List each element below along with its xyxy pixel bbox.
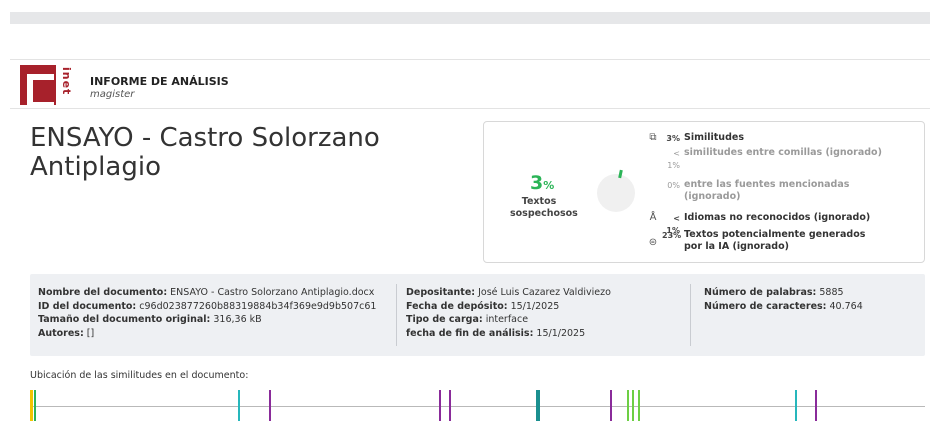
info-divider: [690, 284, 691, 346]
info-fecha: Fecha de depósito: 15/1/2025: [406, 300, 560, 312]
logo-text: inet: [60, 67, 73, 96]
metric-label: entre las fuentes mencionadas (ignorado): [684, 179, 850, 202]
compilatio-logo: inet: [20, 65, 84, 108]
similarity-location-track: [30, 388, 925, 421]
metric-label: Textos potencialmente generados por la I…: [684, 229, 866, 252]
metric-ia: ⊜ 23% Textos potencialmente generados po…: [644, 229, 884, 253]
info-autores: Autores: []: [38, 327, 95, 339]
document-info-panel: Nombre del documento: ENSAYO - Castro So…: [30, 274, 925, 356]
similarity-marker[interactable]: [238, 390, 240, 421]
similarity-marker[interactable]: [30, 390, 33, 421]
info-id: ID del documento: c96d023877260b88319884…: [38, 300, 377, 312]
metric-pct: 0%: [667, 181, 680, 190]
similarity-marker[interactable]: [536, 390, 540, 421]
metric-similitudes: ⧉ 3% Similitudes: [644, 132, 884, 145]
similarity-marker[interactable]: [449, 390, 451, 421]
suspicious-percentage: 3%: [530, 172, 554, 194]
similarity-location-label: Ubicación de las similitudes en el docum…: [30, 370, 249, 381]
info-tamano: Tamaño del documento original: 316,36 kB: [38, 314, 262, 325]
info-column-counts: Número de palabras: 5885 Número de carac…: [704, 286, 914, 313]
info-nombre: Nombre del documento: ENSAYO - Castro So…: [38, 287, 375, 298]
info-divider: [396, 284, 397, 346]
info-depositante: Depositante: José Luis Cazarez Valdiviez…: [406, 287, 611, 298]
metric-pct: 23%: [662, 231, 682, 240]
similarity-marker[interactable]: [795, 390, 797, 421]
report-title: INFORME DE ANÁLISIS: [90, 75, 229, 88]
similarity-summary-card: 3% Textos sospechosos ⧉ 3% Similitudes <…: [483, 121, 925, 263]
track-line: [30, 406, 925, 407]
info-tipo: Tipo de carga: interface: [406, 314, 529, 325]
document-title: ENSAYO - Castro Solorzano Antiplagio: [30, 123, 380, 182]
info-palabras: Número de palabras: 5885: [704, 287, 844, 298]
metric-pct: < 1%: [667, 149, 680, 170]
copy-icon: ⧉: [649, 132, 657, 143]
similarity-marker[interactable]: [610, 390, 612, 421]
suspicious-label: Textos sospechosos: [510, 196, 578, 219]
similarity-marker[interactable]: [638, 390, 640, 421]
info-column-deposit: Depositante: José Luis Cazarez Valdiviez…: [406, 286, 682, 340]
top-strip: [10, 12, 930, 24]
metric-comillas: < 1% similitudes entre comillas (ignorad…: [644, 147, 884, 172]
language-icon: Å: [649, 212, 657, 223]
ai-icon: ⊜: [648, 237, 658, 248]
similarity-marker[interactable]: [439, 390, 441, 421]
similarity-marker[interactable]: [815, 390, 817, 421]
suspicious-pct-value: 3: [530, 172, 544, 194]
pct-sign: %: [543, 179, 555, 192]
similarity-donut: [597, 174, 635, 212]
metric-label: Similitudes: [684, 132, 744, 143]
similarity-marker[interactable]: [627, 390, 629, 421]
logo-mark: [20, 65, 56, 108]
similarity-marker[interactable]: [269, 390, 271, 421]
report-subtitle: magister: [90, 89, 135, 100]
report-header: inet INFORME DE ANÁLISIS magister: [10, 59, 930, 109]
metric-fuentes: 0% entre las fuentes mencionadas (ignora…: [644, 179, 884, 203]
metric-pct: 3%: [666, 134, 680, 143]
info-caracteres: Número de caracteres: 40.764: [704, 300, 863, 312]
metric-label: similitudes entre comillas (ignorado): [684, 147, 882, 158]
info-column-document: Nombre del documento: ENSAYO - Castro So…: [38, 286, 396, 340]
info-fin: fecha de fin de análisis: 15/1/2025: [406, 327, 586, 339]
similarity-marker[interactable]: [632, 390, 634, 421]
metric-label: Idiomas no reconocidos (ignorado): [684, 212, 871, 223]
similarity-marker[interactable]: [34, 390, 36, 421]
